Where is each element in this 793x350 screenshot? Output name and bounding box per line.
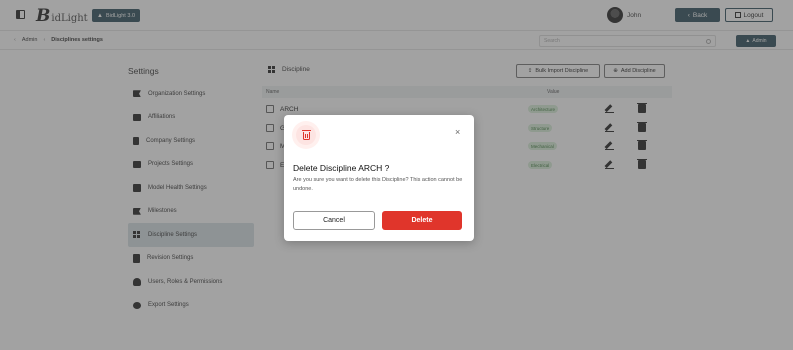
delete-button[interactable]: Delete bbox=[382, 211, 462, 230]
app: B idLight ▲ BidLight 3.0 John ‹ Back Log… bbox=[0, 0, 793, 350]
trash-icon bbox=[296, 125, 316, 145]
dialog-message: Are you sure you want to delete this Dis… bbox=[293, 177, 463, 192]
delete-discipline-dialog: × Delete Discipline ARCH ? Are you sure … bbox=[284, 115, 474, 241]
cancel-button[interactable]: Cancel bbox=[293, 211, 375, 230]
close-icon[interactable]: × bbox=[455, 128, 460, 137]
dialog-title: Delete Discipline ARCH ? bbox=[293, 163, 390, 173]
